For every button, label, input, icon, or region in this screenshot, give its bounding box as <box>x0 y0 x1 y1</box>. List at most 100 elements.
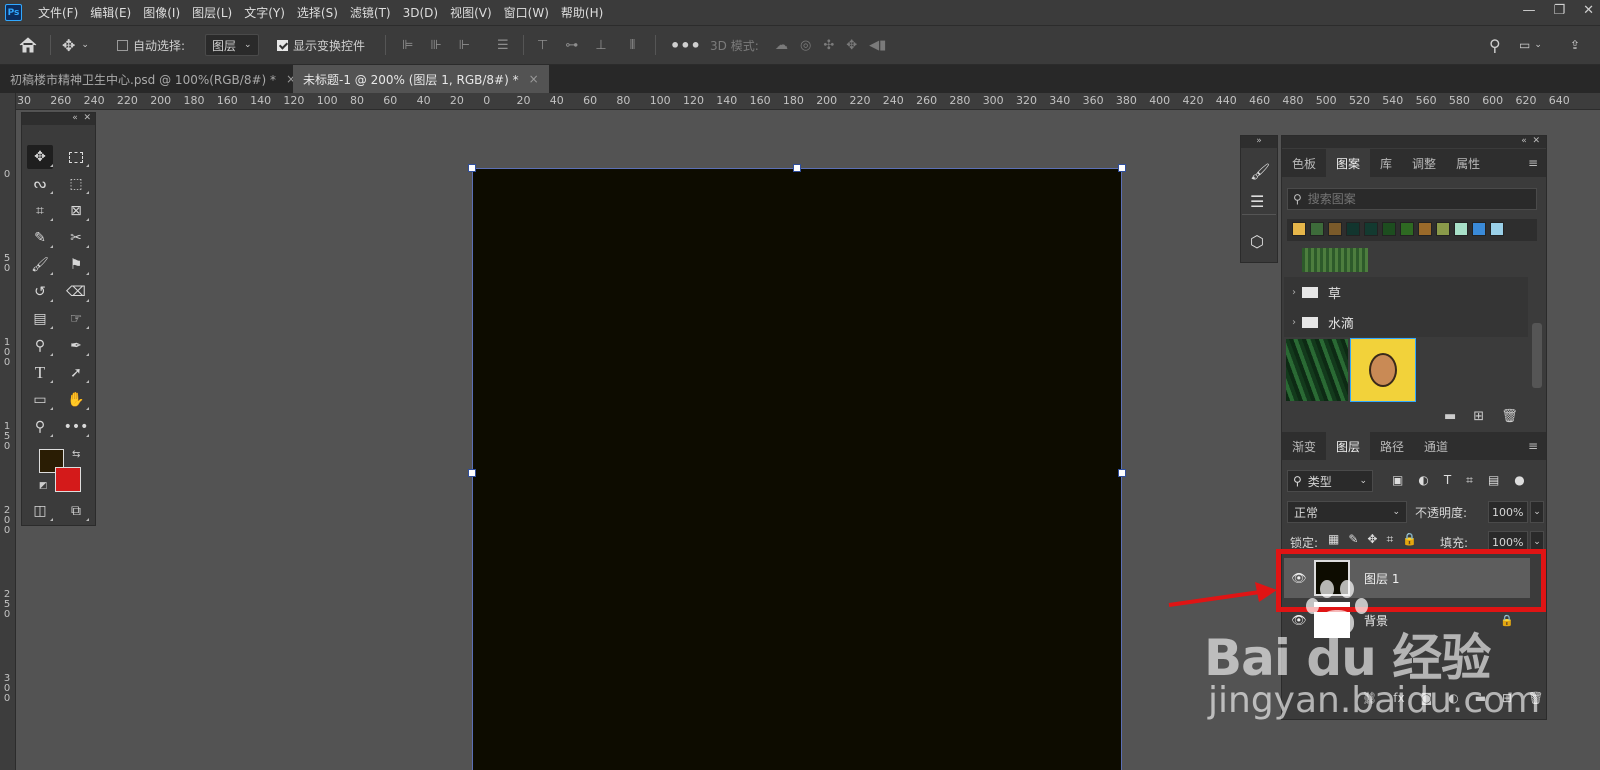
tab-layers[interactable]: 图层 <box>1326 432 1371 460</box>
pattern-swatch[interactable] <box>1346 222 1360 236</box>
transform-handle[interactable] <box>1118 469 1126 477</box>
pattern-swatch[interactable] <box>1490 222 1504 236</box>
object-select-icon[interactable]: ⬚ <box>63 172 89 196</box>
minimize-icon[interactable]: — <box>1522 3 1535 18</box>
pattern-thumbnail-cartoon[interactable] <box>1350 338 1416 402</box>
3d-scale-icon[interactable]: ◀▮ <box>869 38 886 53</box>
tab-libraries[interactable]: 库 <box>1370 149 1402 177</box>
menu-3d[interactable]: 3D(D) <box>397 6 444 20</box>
hand-tool-icon[interactable]: ✋ <box>63 388 89 412</box>
tab-adjustments[interactable]: 调整 <box>1402 149 1446 177</box>
pattern-folder-grass[interactable]: › 草 <box>1284 277 1528 307</box>
menu-type[interactable]: 文字(Y) <box>238 4 291 21</box>
panel-menu-icon[interactable]: ≡ <box>1528 156 1538 170</box>
crop-tool-icon[interactable]: ⌗ <box>27 199 53 223</box>
strip-collapse-icon[interactable]: » <box>1241 136 1277 148</box>
clone-stamp-icon[interactable]: ⚑ <box>63 253 89 277</box>
menu-file[interactable]: 文件(F) <box>32 4 84 21</box>
opacity-chevron-icon[interactable]: ⌄ <box>1530 501 1544 523</box>
move-tool-icon[interactable]: ✥ <box>27 145 53 169</box>
tab-patterns[interactable]: 图案 <box>1326 149 1371 177</box>
tab-doc1[interactable]: 初稿楼市精神卫生中心.psd @ 100%(RGB/8#) * × <box>0 65 306 93</box>
pattern-swatch[interactable] <box>1310 222 1324 236</box>
align-top-icon[interactable]: ⊤ <box>537 38 548 53</box>
lasso-tool-icon[interactable]: ᔓ <box>27 172 53 196</box>
pattern-swatch[interactable] <box>1328 222 1342 236</box>
filter-toggle-icon[interactable]: ● <box>1514 473 1524 488</box>
share-icon[interactable]: ⇪ <box>1570 26 1580 64</box>
pattern-swatch[interactable] <box>1292 222 1306 236</box>
search-icon[interactable]: ⚲ <box>1489 26 1501 64</box>
restore-icon[interactable]: ❐ <box>1553 3 1565 18</box>
workspace-icon[interactable]: ▭ ⌄ <box>1519 26 1542 64</box>
menu-window[interactable]: 窗口(W) <box>498 4 555 21</box>
3d-pan-icon[interactable]: ✣ <box>823 38 834 53</box>
tab-swatches[interactable]: 色板 <box>1282 149 1326 177</box>
background-color-swatch[interactable] <box>55 467 81 492</box>
type-tool-icon[interactable]: T <box>27 361 53 385</box>
more-options-icon[interactable]: ••• <box>670 26 701 64</box>
auto-select-checkbox[interactable]: 自动选择: <box>117 26 185 64</box>
marquee-tool-icon[interactable] <box>63 145 89 169</box>
auto-select-dropdown[interactable]: 图层 ⌄ <box>205 26 259 64</box>
3d-roll-icon[interactable]: ◎ <box>800 38 811 53</box>
eraser-icon[interactable]: ⌫ <box>63 280 89 304</box>
canvas[interactable] <box>472 168 1122 770</box>
quick-mask-icon[interactable]: ◫ <box>27 499 53 523</box>
eyedropper-icon[interactable]: ✎ <box>27 226 53 250</box>
align-right-icon[interactable]: ⊩ <box>459 38 470 53</box>
menu-select[interactable]: 选择(S) <box>291 4 344 21</box>
pattern-folder-waterdrops[interactable]: › 水滴 <box>1284 307 1528 337</box>
pattern-swatch[interactable] <box>1472 222 1486 236</box>
3d-orbit-icon[interactable]: ☁ <box>775 38 788 53</box>
pattern-swatch[interactable] <box>1382 222 1396 236</box>
pattern-swatch[interactable] <box>1454 222 1468 236</box>
pattern-thumbnail-leaves[interactable] <box>1286 339 1348 401</box>
default-colors-icon[interactable]: ◩ <box>39 481 48 491</box>
rectangle-tool-icon[interactable]: ▭ <box>27 388 53 412</box>
move-tool-icon[interactable]: ✥ ⌄ <box>62 26 89 64</box>
link-layers-icon[interactable]: ⛓ <box>1362 691 1377 705</box>
zoom-tool-icon[interactable]: ⚲ <box>27 415 53 439</box>
history-brush-icon[interactable]: ↺ <box>27 280 53 304</box>
pattern-thumbnail[interactable] <box>1302 248 1368 272</box>
tab-channels[interactable]: 通道 <box>1414 432 1458 460</box>
transform-handle[interactable] <box>1118 164 1126 172</box>
align-vcenter-icon[interactable]: ⊶ <box>565 38 578 53</box>
lock-image-icon[interactable]: ✎ <box>1348 532 1358 547</box>
lock-position-icon[interactable]: ✥ <box>1367 532 1377 547</box>
screen-mode-icon[interactable]: ⧉ <box>63 499 89 523</box>
panel-menu-icon[interactable]: ≡ <box>1528 439 1538 453</box>
lock-artboard-icon[interactable]: ⌗ <box>1386 532 1393 547</box>
smart-object-filter-icon[interactable]: ▤ <box>1488 473 1499 488</box>
menu-view[interactable]: 视图(V) <box>444 4 498 21</box>
layer-style-icon[interactable]: fx <box>1393 691 1404 705</box>
brush-tool-icon[interactable]: 🖌 <box>27 253 53 277</box>
distribute-icon[interactable]: ☰ <box>497 38 509 53</box>
distribute-v-icon[interactable]: ⦀ <box>630 38 636 53</box>
tab-properties[interactable]: 属性 <box>1446 149 1490 177</box>
new-group-icon[interactable]: ▬ <box>1475 691 1486 705</box>
align-left-icon[interactable]: ⊫ <box>402 38 413 53</box>
path-select-icon[interactable]: ➚ <box>63 361 89 385</box>
delete-layer-icon[interactable]: 🗑 <box>1528 691 1543 705</box>
align-bottom-icon[interactable]: ⊥ <box>595 38 606 53</box>
tab-close-icon[interactable]: × <box>529 72 539 86</box>
menu-image[interactable]: 图像(I) <box>137 4 186 21</box>
menu-edit[interactable]: 编辑(E) <box>84 4 137 21</box>
pattern-swatch[interactable] <box>1400 222 1414 236</box>
frame-tool-icon[interactable]: ⊠ <box>63 199 89 223</box>
dodge-tool-icon[interactable]: ⚲ <box>27 334 53 358</box>
delete-icon[interactable]: 🗑 <box>1501 409 1518 424</box>
shape-filter-icon[interactable]: ⌗ <box>1466 473 1473 488</box>
3d-slide-icon[interactable]: ✥ <box>846 38 857 53</box>
visibility-eye-icon[interactable]: 👁 <box>1284 613 1314 627</box>
lock-transparency-icon[interactable]: ▦ <box>1328 532 1339 547</box>
image-filter-icon[interactable]: ▣ <box>1392 473 1403 488</box>
smudge-tool-icon[interactable]: ☞ <box>63 307 89 331</box>
pattern-search-field[interactable]: ⚲ <box>1287 188 1537 210</box>
menu-help[interactable]: 帮助(H) <box>555 4 609 21</box>
transform-handle[interactable] <box>793 164 801 172</box>
swap-colors-icon[interactable]: ⇆ <box>72 449 80 460</box>
adjustment-layer-icon[interactable]: ◐ <box>1448 691 1458 705</box>
